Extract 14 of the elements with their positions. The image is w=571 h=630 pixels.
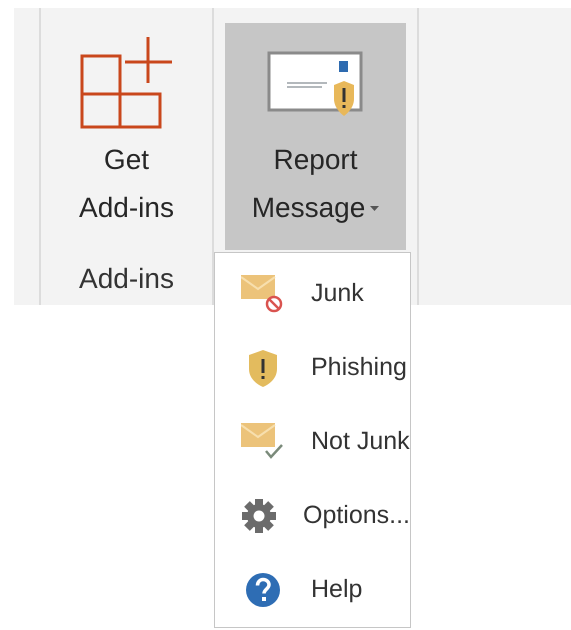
help-icon [245,572,281,608]
ribbon-button[interactable]: Get Add-ins [41,23,212,250]
settings-icon [241,498,277,534]
ribbon-button[interactable]: Report Message [225,23,406,250]
menu-item[interactable]: Not Junk [215,405,410,479]
envelope-blocked-icon [241,275,285,313]
menu-item[interactable]: Help [215,553,410,627]
add-grid-icon [80,35,174,129]
shield-warning-icon [247,349,279,387]
menu-item[interactable]: Phishing [215,331,410,405]
envelope-check-icon [241,423,285,461]
menu-item[interactable]: Options... [215,479,410,553]
menu-item[interactable]: Junk [215,257,410,331]
group-label: Add-ins [79,262,174,296]
